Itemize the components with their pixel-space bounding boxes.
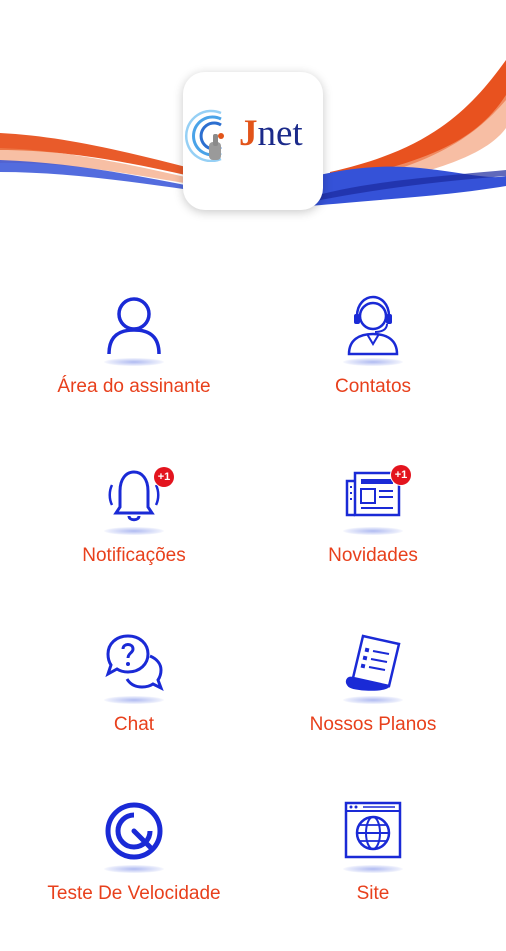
speedometer-icon: [105, 802, 163, 860]
menu-item-label: Área do assinante: [57, 376, 211, 397]
menu-item-label: Chat: [113, 714, 155, 735]
menu-item-label: Contatos: [334, 376, 412, 397]
menu-item-label: Site: [356, 883, 390, 904]
notification-badge: +1: [154, 467, 174, 487]
menu-item-novidades[interactable]: +1 Novidades: [253, 463, 493, 613]
menu-item-area-do-assinante[interactable]: Área do assinante: [14, 294, 254, 444]
support-agent-icon: [347, 295, 399, 356]
main-menu-grid: Área do assinante Contatos +1 Notificaçõ…: [0, 0, 506, 904]
menu-item-label: Novidades: [328, 545, 418, 566]
menu-item-contatos[interactable]: Contatos: [253, 294, 493, 444]
notification-badge: +1: [391, 465, 411, 485]
menu-item-site[interactable]: Site: [253, 801, 493, 951]
user-icon: [107, 297, 161, 355]
menu-item-chat[interactable]: Chat: [14, 632, 254, 782]
menu-item-notificacoes[interactable]: +1 Notificações: [14, 463, 254, 613]
plans-document-icon: [345, 634, 401, 691]
globe-browser-icon: [344, 801, 402, 859]
menu-item-nossos-planos[interactable]: Nossos Planos: [253, 632, 493, 782]
menu-item-teste-de-velocidade[interactable]: Teste De Velocidade: [14, 801, 254, 951]
menu-item-label: Notificações: [82, 545, 186, 566]
chat-question-icon: [105, 634, 164, 692]
menu-item-label: Teste De Velocidade: [47, 883, 221, 904]
menu-item-label: Nossos Planos: [309, 714, 437, 735]
